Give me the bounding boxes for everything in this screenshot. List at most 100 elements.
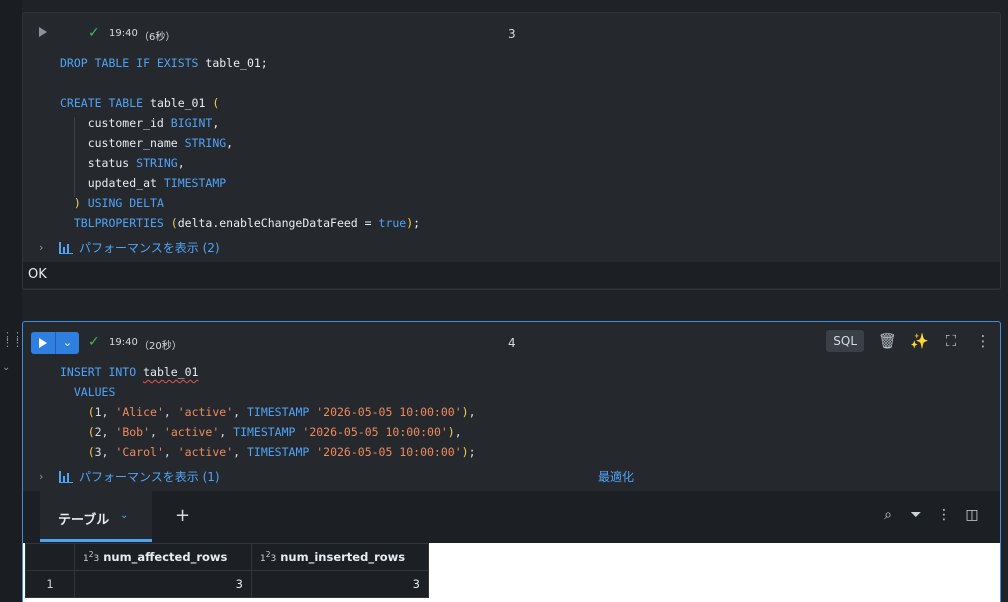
code-token: , <box>219 425 234 439</box>
code-line: VALUES <box>60 382 476 402</box>
row-number-header <box>25 543 75 571</box>
search-icon[interactable]: ⌕ <box>880 507 896 523</box>
code-line: ) USING DELTA <box>60 193 420 213</box>
results-table: 123 num_affected_rows 123 num_inserted_row… <box>25 543 429 598</box>
code-token: , <box>163 405 178 419</box>
execution-time: 19:40 <box>109 28 138 39</box>
cell-header: ✓ 19:40 （6秒） 3 <box>23 13 1000 53</box>
show-performance-link[interactable]: › パフォーマンスを表示 (2) <box>39 239 220 256</box>
code-line: customer_id BIGINT, <box>60 113 420 133</box>
top-strip <box>0 0 1008 6</box>
more-options-icon[interactable]: ⋮ <box>974 332 992 350</box>
run-cell-icon[interactable] <box>39 27 47 37</box>
code-token: '2026-05-05 10:00:00' <box>316 405 462 419</box>
language-selector-button[interactable]: SQL <box>826 330 864 352</box>
code-token: ) <box>461 445 469 459</box>
code-token: '2026-05-05 10:00:00' <box>316 445 462 459</box>
expand-chevron-icon[interactable]: › <box>39 241 59 254</box>
code-token: , <box>150 425 164 439</box>
code-token: , <box>177 156 185 170</box>
code-token: , <box>163 445 178 459</box>
code-token: ) <box>461 405 469 419</box>
execution-duration: （20秒） <box>139 341 182 352</box>
table-cell[interactable]: 3 <box>251 570 429 598</box>
code-token: 'Carol' <box>115 445 164 459</box>
code-token: TIMESTAMP <box>246 405 317 419</box>
table-row: 1 3 3 <box>25 570 429 598</box>
code-token: 'active' <box>177 405 234 419</box>
show-performance-link[interactable]: › パフォーマンスを表示 (1) <box>39 468 220 485</box>
trash-icon[interactable]: 🗑 <box>878 332 897 350</box>
code-token: INSERT INTO <box>60 365 144 379</box>
code-token: customer_id <box>60 116 171 130</box>
code-token: , <box>233 445 247 459</box>
show-performance-label: パフォーマンスを表示 (1) <box>79 470 220 484</box>
column-settings-icon[interactable]: ⋮ <box>936 507 952 523</box>
column-header[interactable]: 123 num_affected_rows <box>74 543 252 571</box>
column-header[interactable]: 123 num_inserted_rows <box>251 543 429 571</box>
run-split-button[interactable]: ⌄ <box>31 332 79 354</box>
chevron-down-icon[interactable]: ⌄ <box>120 510 128 521</box>
cell-number: 3 <box>508 27 516 41</box>
code-token: STRING <box>184 136 227 150</box>
code-token: 'active' <box>177 445 234 459</box>
code-token: ( <box>60 425 95 439</box>
fullscreen-icon[interactable]: ⛶ <box>942 332 960 350</box>
expand-chevron-icon[interactable]: › <box>39 470 59 483</box>
add-visualization-button[interactable]: + <box>175 505 190 526</box>
code-token: 'active' <box>163 425 220 439</box>
code-token: true <box>378 216 407 230</box>
cell-number: 4 <box>508 336 516 350</box>
integer-type-icon: 123 <box>260 550 277 564</box>
code-line: customer_name STRING, <box>60 133 420 153</box>
code-line: TBLPROPERTIES (delta.enableChangeDataFee… <box>60 213 420 233</box>
table-cell[interactable]: 3 <box>74 570 252 598</box>
code-token: customer_name <box>60 136 185 150</box>
cell-toolbar: SQL 🗑 ✨ ⛶ ⋮ <box>826 330 992 352</box>
header-row: 123 num_affected_rows 123 num_inserted_row… <box>25 543 429 571</box>
code-line: status STRING, <box>60 153 420 173</box>
code-token: ) <box>60 196 88 210</box>
code-token: table_01 <box>143 365 199 379</box>
code-token: CREATE TABLE <box>60 96 151 110</box>
cell-result: OK <box>23 262 1000 288</box>
assistant-lamp-icon[interactable]: ✨ <box>910 332 929 350</box>
result-tabs: テーブル ⌄ + ⌕ ⏷ ⋮ ◫ <box>23 491 1000 542</box>
code-editor[interactable]: DROP TABLE IF EXISTS table_01; CREATE TA… <box>60 53 420 233</box>
cell-header: ⌄ ✓ 19:40 （20秒） 4 SQL 🗑 ✨ ⛶ ⋮ <box>23 322 1000 362</box>
code-token: TIMESTAMP <box>246 445 317 459</box>
left-gutter: ⋮⋮ ⋮⋮ ⌄ <box>0 0 23 602</box>
results-panel: テーブル ⌄ + ⌕ ⏷ ⋮ ◫ 123 num_affected_rows 1… <box>23 491 1000 602</box>
code-token: 'Alice' <box>115 405 164 419</box>
code-editor[interactable]: INSERT INTO table_01 VALUES (1, 'Alice',… <box>60 362 476 462</box>
code-token: status <box>60 156 137 170</box>
run-options-chevron-icon[interactable]: ⌄ <box>56 332 79 354</box>
code-token: BIGINT <box>170 116 213 130</box>
success-check-icon: ✓ <box>88 334 100 350</box>
drag-handle-icon[interactable]: ⋮⋮ ⋮⋮ <box>2 331 23 348</box>
optimize-link[interactable]: 最適化 <box>598 468 634 485</box>
code-token: delta.enableChangeDataFeed = <box>177 216 379 230</box>
results-grid: 123 num_affected_rows 123 num_inserted_row… <box>23 543 1000 602</box>
code-token: TIMESTAMP <box>163 176 227 190</box>
success-check-icon: ✓ <box>88 25 100 41</box>
run-cell-button[interactable] <box>31 332 56 354</box>
code-line: INSERT INTO table_01 <box>60 362 476 382</box>
code-token: '2026-05-05 10:00:00' <box>302 425 448 439</box>
code-token: 1, <box>94 405 116 419</box>
result-text: OK <box>28 267 47 282</box>
tab-table[interactable]: テーブル ⌄ <box>40 491 152 542</box>
code-token: 2, <box>94 425 116 439</box>
code-token: DROP TABLE IF EXISTS <box>60 56 206 70</box>
collapse-chevron-icon[interactable]: ⌄ <box>2 362 10 373</box>
side-panel-icon[interactable]: ◫ <box>964 507 980 523</box>
code-token: , <box>454 425 462 439</box>
notebook-cell-4: ⌄ ✓ 19:40 （20秒） 4 SQL 🗑 ✨ ⛶ ⋮ INSERT INT… <box>22 321 1001 602</box>
filter-icon[interactable]: ⏷ <box>908 507 924 523</box>
code-token: 3, <box>94 445 116 459</box>
code-token: ; <box>468 445 476 459</box>
notebook-view: ⋮⋮ ⋮⋮ ⌄ ✓ 19:40 （6秒） 3 DROP TABLE IF EXIS… <box>0 0 1008 602</box>
code-token: , <box>212 116 220 130</box>
execution-duration: （6秒） <box>139 32 176 43</box>
